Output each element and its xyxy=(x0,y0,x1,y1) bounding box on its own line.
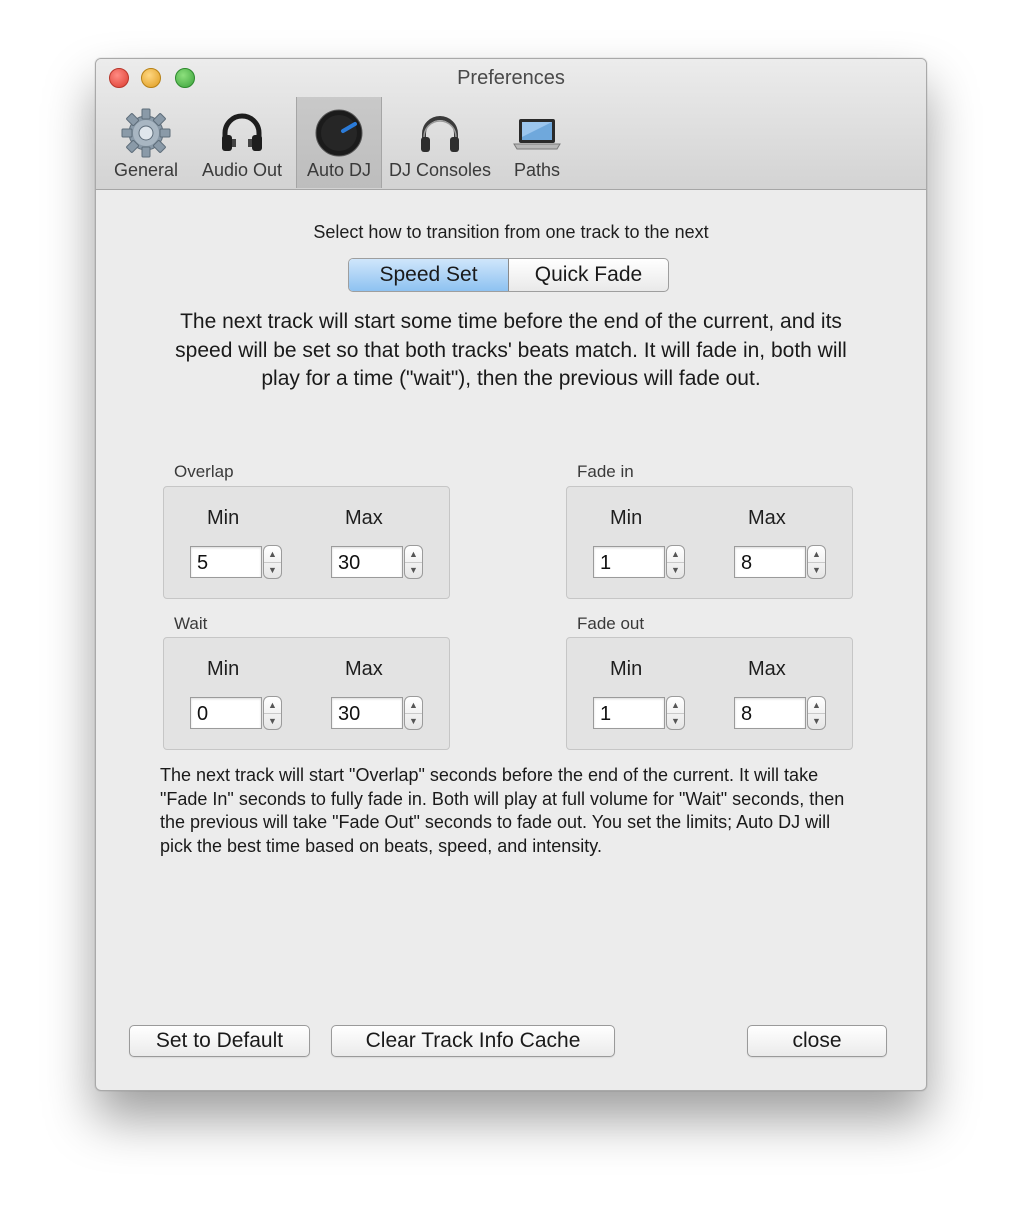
toolbar-label-auto-dj: Auto DJ xyxy=(306,160,372,180)
wait-max-label: Max xyxy=(345,658,383,680)
transition-heading: Select how to transition from one track … xyxy=(313,222,709,242)
toolbar-label-paths: Paths xyxy=(513,160,561,180)
toolbar-label-general: General xyxy=(113,160,179,180)
fade-out-min-stepper[interactable]: ▲ ▼ xyxy=(666,696,685,730)
stepper-down-icon[interactable]: ▼ xyxy=(264,713,281,729)
wait-group-label: Wait xyxy=(174,614,208,633)
fade-in-group: Min Max 1 ▲ ▼ 8 ▲ ▼ xyxy=(566,486,853,599)
toolbar-item-general[interactable]: General xyxy=(106,97,186,188)
overlap-max-stepper[interactable]: ▲ ▼ xyxy=(404,545,423,579)
close-button[interactable]: close xyxy=(747,1025,887,1057)
stepper-down-icon[interactable]: ▼ xyxy=(667,562,684,578)
toolbar-item-dj-consoles[interactable]: DJ Consoles xyxy=(385,97,495,188)
stepper-up-icon[interactable]: ▲ xyxy=(808,697,825,714)
fade-out-max-stepper[interactable]: ▲ ▼ xyxy=(807,696,826,730)
wait-group: Min Max 0 ▲ ▼ 30 ▲ ▼ xyxy=(163,637,450,750)
toolbar-label-dj-consoles: DJ Consoles xyxy=(388,160,492,180)
headphones-icon xyxy=(193,107,291,159)
fade-in-min-stepper[interactable]: ▲ ▼ xyxy=(666,545,685,579)
wait-max-field[interactable]: 30 xyxy=(331,697,403,729)
fade-out-group-label: Fade out xyxy=(577,614,645,633)
fade-in-min-field[interactable]: 1 xyxy=(593,546,665,578)
stepper-down-icon[interactable]: ▼ xyxy=(405,713,422,729)
stepper-down-icon[interactable]: ▼ xyxy=(808,713,825,729)
wait-min-label: Min xyxy=(207,658,240,680)
segment-speed-set[interactable]: Speed Set xyxy=(349,259,509,291)
toolbar-label-audio-out: Audio Out xyxy=(201,160,283,180)
preferences-window: Preferences General Audio Out Auto DJ DJ… xyxy=(95,58,927,1091)
fade-out-group: Min Max 1 ▲ ▼ 8 ▲ ▼ xyxy=(566,637,853,750)
stepper-up-icon[interactable]: ▲ xyxy=(667,697,684,714)
fade-in-group-label: Fade in xyxy=(577,462,634,481)
wait-min-stepper[interactable]: ▲ ▼ xyxy=(263,696,282,730)
fade-out-min-field[interactable]: 1 xyxy=(593,697,665,729)
stepper-up-icon[interactable]: ▲ xyxy=(264,546,281,563)
wait-min-field[interactable]: 0 xyxy=(190,697,262,729)
stepper-down-icon[interactable]: ▼ xyxy=(264,562,281,578)
overlap-min-stepper[interactable]: ▲ ▼ xyxy=(263,545,282,579)
fade-out-max-field[interactable]: 8 xyxy=(734,697,806,729)
overlap-group-label: Overlap xyxy=(174,462,234,481)
overlap-max-field[interactable]: 30 xyxy=(331,546,403,578)
toolbar-item-paths[interactable]: Paths xyxy=(502,97,572,188)
stepper-up-icon[interactable]: ▲ xyxy=(405,697,422,714)
title-bar: Preferences General Audio Out Auto DJ DJ… xyxy=(96,59,926,190)
toolbar-item-auto-dj[interactable]: Auto DJ xyxy=(296,97,382,188)
overlap-min-label: Min xyxy=(207,507,240,529)
stepper-up-icon[interactable]: ▲ xyxy=(808,546,825,563)
knob-icon xyxy=(297,107,381,159)
toolbar-item-audio-out[interactable]: Audio Out xyxy=(193,97,291,188)
set-to-default-button[interactable]: Set to Default xyxy=(129,1025,310,1057)
stepper-up-icon[interactable]: ▲ xyxy=(405,546,422,563)
fade-out-min-label: Min xyxy=(610,658,643,680)
laptop-icon xyxy=(502,107,572,159)
transition-description: The next track will start some time befo… xyxy=(175,310,847,390)
clear-track-info-cache-button[interactable]: Clear Track Info Cache xyxy=(331,1025,615,1057)
stepper-down-icon[interactable]: ▼ xyxy=(667,713,684,729)
gear-icon xyxy=(106,107,186,159)
dj-headphones-icon xyxy=(385,107,495,159)
timing-explanation: The next track will start "Overlap" seco… xyxy=(160,765,845,856)
transition-mode-segmented-control: Speed Set Quick Fade xyxy=(348,258,669,292)
stepper-up-icon[interactable]: ▲ xyxy=(264,697,281,714)
segment-quick-fade[interactable]: Quick Fade xyxy=(509,259,668,291)
fade-in-max-label: Max xyxy=(748,507,786,529)
window-title: Preferences xyxy=(457,67,565,89)
wait-max-stepper[interactable]: ▲ ▼ xyxy=(404,696,423,730)
stepper-up-icon[interactable]: ▲ xyxy=(667,546,684,563)
fade-in-max-stepper[interactable]: ▲ ▼ xyxy=(807,545,826,579)
overlap-group: Min Max 5 ▲ ▼ 30 ▲ ▼ xyxy=(163,486,450,599)
overlap-max-label: Max xyxy=(345,507,383,529)
fade-in-max-field[interactable]: 8 xyxy=(734,546,806,578)
fade-out-max-label: Max xyxy=(748,658,786,680)
stepper-down-icon[interactable]: ▼ xyxy=(808,562,825,578)
stepper-down-icon[interactable]: ▼ xyxy=(405,562,422,578)
fade-in-min-label: Min xyxy=(610,507,643,529)
overlap-min-field[interactable]: 5 xyxy=(190,546,262,578)
